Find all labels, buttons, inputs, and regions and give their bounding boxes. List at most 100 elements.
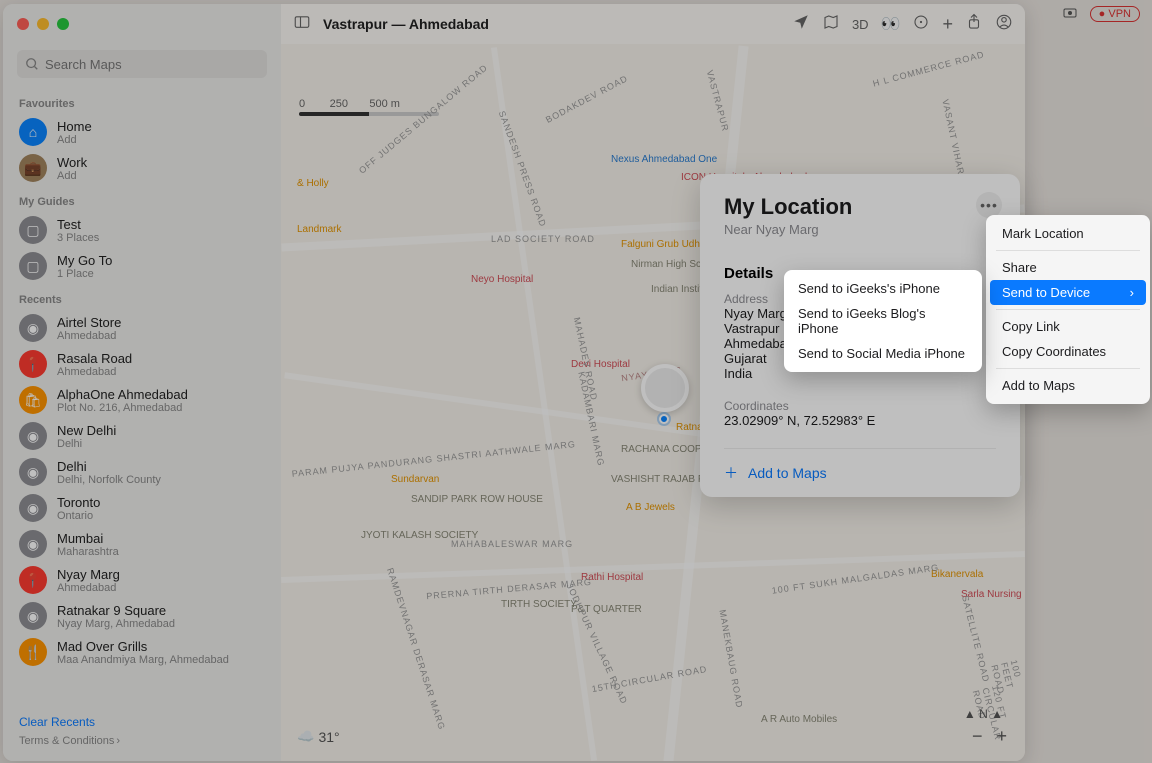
zoom-icon[interactable] <box>57 18 69 30</box>
poi[interactable]: Nexus Ahmedabad One <box>611 154 717 165</box>
submenu-item[interactable]: Send to Social Media iPhone <box>784 341 982 366</box>
list-item[interactable]: ◉DelhiDelhi, Norfolk County <box>3 454 281 490</box>
road-label: SANDESH PRESS ROAD <box>497 109 548 228</box>
sidebar-item-work[interactable]: 💼WorkAdd <box>3 150 281 186</box>
map-scale: 0 250 500 m <box>299 98 439 116</box>
road-label: 100 FT SUKH MALGALDAS MARG <box>771 562 940 595</box>
my-location-dot[interactable] <box>659 414 669 424</box>
location-icon[interactable] <box>792 13 810 36</box>
context-menu: Mark Location Share Send to Device› Copy… <box>986 215 1150 404</box>
sidebar-item-guide[interactable]: ▢My Go To1 Place <box>3 248 281 284</box>
poi: RACHANA COOPERATIVE HOUSING SOCIETY <box>621 444 711 455</box>
compass-icon[interactable]: ▲ N ▲ <box>964 707 1003 721</box>
terms-link[interactable]: Terms & Conditions › <box>19 735 265 747</box>
list-item[interactable]: ◉MumbaiMaharashtra <box>3 526 281 562</box>
submenu-item[interactable]: Send to iGeeks Blog's iPhone <box>784 301 982 341</box>
traffic-lights <box>17 18 69 30</box>
list-item[interactable]: 📍Nyay MargAhmedabad <box>3 562 281 598</box>
poi[interactable]: & Holly <box>297 178 329 189</box>
menu-copy-link[interactable]: Copy Link <box>986 314 1150 339</box>
list-item[interactable]: ◉New DelhiDelhi <box>3 418 281 454</box>
pin-icon: 📍 <box>19 350 47 378</box>
guides-label: My Guides <box>3 186 281 212</box>
pin-icon: 📍 <box>19 566 47 594</box>
zoom-controls: − + <box>972 726 1007 747</box>
sidebar-item-home[interactable]: ⌂HomeAdd <box>3 114 281 150</box>
road-label: LAD SOCIETY ROAD <box>491 234 595 244</box>
poi[interactable]: Neyo Hospital <box>471 274 533 285</box>
poi[interactable]: A R Auto Mobiles <box>761 714 837 725</box>
minimize-icon[interactable] <box>37 18 49 30</box>
list-item[interactable]: 📍Rasala RoadAhmedabad <box>3 346 281 382</box>
window-titlebar <box>3 4 281 44</box>
menu-send-to-device[interactable]: Send to Device› <box>990 280 1146 305</box>
poi[interactable]: Sundarvan <box>391 474 439 485</box>
rotation-icon[interactable] <box>912 13 930 36</box>
favourites-label: Favourites <box>3 88 281 114</box>
clear-recents-button[interactable]: Clear Recents <box>19 715 265 729</box>
menu-add-to-maps[interactable]: Add to Maps <box>986 373 1150 398</box>
pin-icon: ◉ <box>19 530 47 558</box>
avatar[interactable] <box>641 364 689 412</box>
map-mode-icon[interactable] <box>822 13 840 36</box>
menu-copy-coordinates[interactable]: Copy Coordinates <box>986 339 1150 364</box>
list-item[interactable]: 🛍AlphaOne AhmedabadPlot No. 216, Ahmedab… <box>3 382 281 418</box>
pin-icon: ◉ <box>19 494 47 522</box>
poi: TIRTH SOCIETY <box>501 599 561 610</box>
road-label: MANEKBAUG ROAD <box>717 609 744 709</box>
work-icon: 💼 <box>19 154 47 182</box>
share-icon[interactable] <box>965 13 983 36</box>
list-item[interactable]: ◉Ratnakar 9 SquareNyay Marg, Ahmedabad <box>3 598 281 634</box>
page-title: Vastrapur — Ahmedabad <box>323 16 489 32</box>
pin-icon: ◉ <box>19 314 47 342</box>
road-label: BODAKDEV ROAD <box>544 73 630 125</box>
road-label: MAHABALESWAR MARG <box>451 539 573 549</box>
submenu-item[interactable]: Send to iGeeks's iPhone <box>784 276 982 301</box>
poi[interactable]: A B Jewels <box>626 502 675 513</box>
system-menubar: ● VPN <box>1050 0 1152 28</box>
close-icon[interactable] <box>17 18 29 30</box>
recents-list: ◉Airtel StoreAhmedabad 📍Rasala RoadAhmed… <box>3 310 281 670</box>
home-icon: ⌂ <box>19 118 47 146</box>
poi: VASHISHT RAJAB PARK SOCIETY <box>611 474 691 485</box>
poi[interactable]: Landmark <box>297 224 341 235</box>
pin-icon: ◉ <box>19 422 47 450</box>
plus-icon: ＋ <box>724 463 738 483</box>
menu-mark-location[interactable]: Mark Location <box>986 221 1150 246</box>
list-item[interactable]: 🍴Mad Over GrillsMaa Anandmiya Marg, Ahme… <box>3 634 281 670</box>
menu-share[interactable]: Share <box>986 255 1150 280</box>
binoculars-icon[interactable]: 👀 <box>881 14 901 34</box>
pin-icon: ◉ <box>19 602 47 630</box>
search-input[interactable]: Search Maps <box>17 50 267 78</box>
poi[interactable]: Nirman High School <box>631 259 701 270</box>
poi: SANDIP PARK ROW HOUSE <box>411 494 491 505</box>
sidebar-toggle-icon[interactable] <box>293 13 311 36</box>
coords-label: Coordinates <box>724 399 996 413</box>
search-placeholder: Search Maps <box>45 57 122 72</box>
send-submenu: Send to iGeeks's iPhone Send to iGeeks B… <box>784 270 982 372</box>
recents-label: Recents <box>3 284 281 310</box>
zoom-out-button[interactable]: − <box>972 726 983 747</box>
popover-subtitle: Near Nyay Marg <box>724 222 996 237</box>
zoom-in-button[interactable]: + <box>996 726 1007 747</box>
map-toolbar: Vastrapur — Ahmedabad 3D 👀 + <box>281 4 1025 44</box>
road-label: VASTRAPUR <box>705 69 731 133</box>
list-item[interactable]: ◉Airtel StoreAhmedabad <box>3 310 281 346</box>
road-label: OFF JUDGES BUNGALOW ROAD <box>357 62 489 175</box>
sidebar-item-guide[interactable]: ▢Test3 Places <box>3 212 281 248</box>
vpn-pill[interactable]: ● VPN <box>1090 6 1140 22</box>
search-icon <box>25 57 39 71</box>
weather-badge[interactable]: ☁️31° <box>297 728 340 745</box>
account-icon[interactable] <box>995 13 1013 36</box>
food-icon: 🍴 <box>19 638 47 666</box>
popover-title: My Location <box>724 194 996 220</box>
3d-button[interactable]: 3D <box>852 17 869 32</box>
screenrec-icon[interactable] <box>1062 5 1078 24</box>
list-item[interactable]: ◉TorontoOntario <box>3 490 281 526</box>
guide-icon: ▢ <box>19 216 47 244</box>
add-to-maps-button[interactable]: ＋Add to Maps <box>724 448 996 497</box>
guide-icon: ▢ <box>19 252 47 280</box>
poi: JYOTI KALASH SOCIETY <box>361 530 431 541</box>
pin-icon: ◉ <box>19 458 47 486</box>
add-icon[interactable]: + <box>942 14 953 35</box>
